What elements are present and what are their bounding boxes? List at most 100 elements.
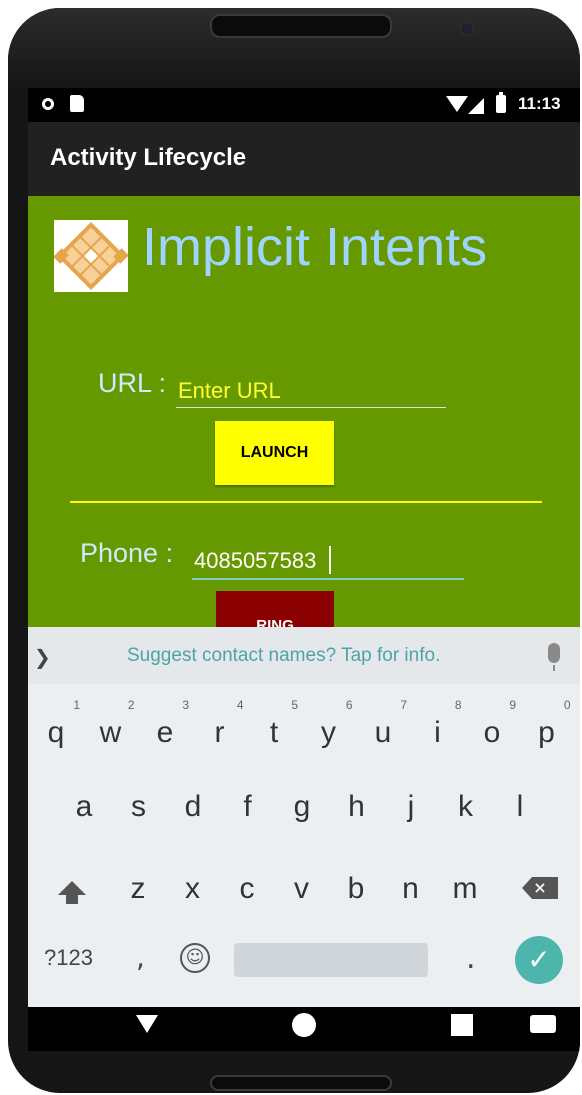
page-title: Implicit Intents <box>142 217 488 277</box>
navigation-bar <box>28 1007 580 1051</box>
key-label: n <box>402 872 419 905</box>
key-u[interactable]: u7 <box>363 699 407 761</box>
key-number-hint: 0 <box>563 698 571 712</box>
microphone-icon[interactable] <box>548 643 560 671</box>
main-content: Implicit Intents URL : LAUNCH Phone : RI… <box>28 196 580 641</box>
back-nav-icon[interactable] <box>136 1015 158 1033</box>
status-bar: 11:13 <box>28 88 580 122</box>
emoji-key-icon[interactable]: ☺ <box>180 943 210 973</box>
key-number-hint: 6 <box>345 698 353 712</box>
key-label: v <box>294 872 309 905</box>
key-label: r <box>214 716 225 749</box>
key-h[interactable]: h <box>337 779 377 835</box>
key-j[interactable]: j <box>391 779 431 835</box>
key-label: p <box>538 716 555 749</box>
key-k[interactable]: k <box>446 779 486 835</box>
url-label: URL : <box>98 368 167 398</box>
text-caret <box>329 546 331 574</box>
key-label: h <box>348 790 365 823</box>
section-divider <box>70 501 542 503</box>
key-s[interactable]: s <box>119 779 159 835</box>
key-number-hint: 5 <box>291 698 298 712</box>
key-number-hint: 7 <box>400 698 407 712</box>
key-m[interactable]: m <box>445 861 485 917</box>
phone-label: Phone : <box>80 538 174 568</box>
comma-key[interactable]: , <box>136 941 145 974</box>
key-label: g <box>293 790 311 823</box>
sd-card-icon <box>70 95 84 112</box>
key-number-hint: 8 <box>454 698 462 712</box>
key-e[interactable]: e3 <box>145 699 189 761</box>
suggestion-text[interactable]: Suggest contact names? Tap for info. <box>127 645 440 667</box>
key-p[interactable]: p0 <box>527 699 570 761</box>
key-number-hint: 2 <box>127 698 135 712</box>
key-z[interactable]: z <box>118 861 158 917</box>
key-r[interactable]: r4 <box>200 699 244 761</box>
key-y[interactable]: y6 <box>309 699 353 761</box>
app-title: Activity Lifecycle <box>50 144 247 171</box>
soft-keyboard: ❯ Suggest contact names? Tap for info. q… <box>28 627 580 1007</box>
app-logo <box>53 220 129 292</box>
chevron-right-icon[interactable]: ❯ <box>34 645 51 669</box>
key-label: z <box>130 872 146 905</box>
keyboard-switch-icon[interactable] <box>530 1015 556 1033</box>
key-label: b <box>347 872 365 905</box>
key-label: u <box>374 716 392 749</box>
phone-frame: 11:13 Activity Lifecycle Implicit Intent… <box>8 8 580 1093</box>
key-label: f <box>243 790 252 823</box>
key-label: o <box>483 716 501 749</box>
recents-nav-icon[interactable] <box>451 1014 473 1036</box>
key-label: a <box>75 790 93 823</box>
key-label: t <box>269 716 279 749</box>
key-label: w <box>99 716 122 749</box>
key-b[interactable]: b <box>336 861 376 917</box>
key-label: j <box>407 790 415 823</box>
key-g[interactable]: g <box>282 779 322 835</box>
key-number-hint: 1 <box>73 698 80 712</box>
space-key[interactable] <box>234 943 428 977</box>
suggestion-bar[interactable]: ❯ Suggest contact names? Tap for info. <box>28 627 580 684</box>
key-label: y <box>321 716 336 749</box>
key-label: e <box>156 716 174 749</box>
key-label: d <box>184 790 202 823</box>
key-a[interactable]: a <box>64 779 104 835</box>
symbols-key[interactable]: ?123 <box>44 945 93 971</box>
key-d[interactable]: d <box>173 779 213 835</box>
url-input[interactable] <box>176 374 446 408</box>
key-f[interactable]: f <box>228 779 268 835</box>
signal-icon <box>468 98 484 114</box>
key-l[interactable]: l <box>500 779 540 835</box>
diamond-lattice-logo-icon <box>53 220 129 292</box>
key-label: l <box>516 790 524 823</box>
phone-input[interactable] <box>192 544 464 580</box>
status-time: 11:13 <box>518 94 561 113</box>
bottom-speaker <box>210 1075 392 1091</box>
key-number-hint: 9 <box>509 698 516 712</box>
key-label: s <box>131 790 146 823</box>
front-camera <box>460 22 474 36</box>
key-o[interactable]: o9 <box>472 699 516 761</box>
backspace-key-icon[interactable]: × <box>522 877 558 899</box>
key-c[interactable]: c <box>227 861 267 917</box>
key-number-hint: 4 <box>236 698 244 712</box>
notification-dot-icon <box>42 98 54 110</box>
key-w[interactable]: w2 <box>91 699 135 761</box>
key-label: i <box>434 716 441 749</box>
key-q[interactable]: q1 <box>36 699 80 761</box>
launch-button[interactable]: LAUNCH <box>215 421 334 485</box>
key-label: c <box>239 872 255 905</box>
wifi-icon <box>446 96 468 112</box>
key-x[interactable]: x <box>173 861 213 917</box>
app-bar: Activity Lifecycle <box>28 122 580 196</box>
period-key[interactable]: . <box>466 941 476 976</box>
key-t[interactable]: t5 <box>254 699 298 761</box>
key-v[interactable]: v <box>282 861 322 917</box>
enter-check-icon[interactable]: ✓ <box>515 936 563 984</box>
screen: 11:13 Activity Lifecycle Implicit Intent… <box>28 88 580 1051</box>
home-nav-icon[interactable] <box>292 1013 316 1037</box>
shift-key-icon[interactable] <box>52 881 92 917</box>
key-number-hint: 3 <box>182 698 189 712</box>
key-n[interactable]: n <box>391 861 431 917</box>
key-i[interactable]: i8 <box>418 699 461 761</box>
earpiece-speaker <box>210 14 392 38</box>
